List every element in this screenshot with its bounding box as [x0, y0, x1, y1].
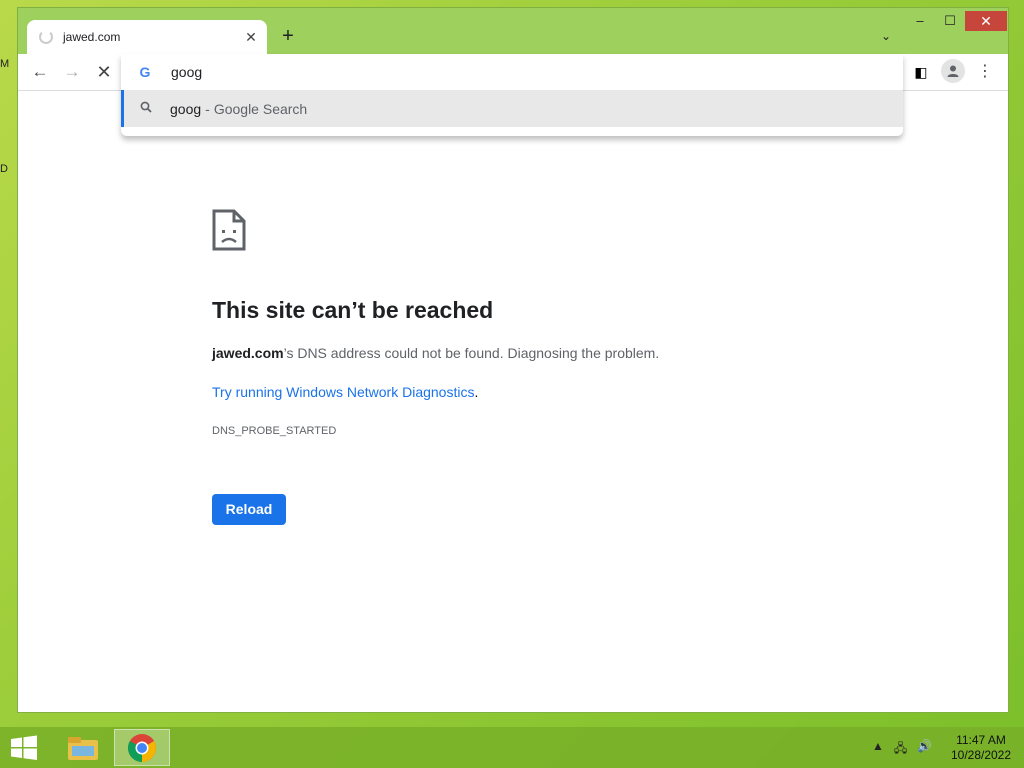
close-window-button[interactable]: ✕: [965, 11, 1007, 31]
menu-kebab-icon[interactable]: ⋮: [976, 61, 994, 83]
volume-icon[interactable]: 🔊: [917, 739, 932, 760]
suggestion-separator: -: [205, 100, 210, 117]
omnibox-dropdown: G goog goog - Google Search: [121, 54, 903, 136]
address-bar-text[interactable]: goog: [171, 64, 202, 80]
network-diagnostics-link[interactable]: Try running Windows Network Diagnostics: [212, 384, 474, 400]
google-g-icon: G: [139, 64, 151, 80]
tab-title: jawed.com: [63, 30, 121, 44]
error-domain: jawed.com: [212, 345, 284, 361]
error-description-text: ’s DNS address could not be found. Diagn…: [283, 345, 660, 361]
system-tray: ▲ 🖧 🔊: [872, 739, 932, 760]
minimize-button[interactable]: –: [906, 11, 934, 31]
page-content: This site can’t be reached jawed.com’s D…: [18, 90, 1008, 712]
stop-loading-button[interactable]: ✕: [93, 61, 115, 83]
chrome-icon: [128, 733, 156, 762]
clock-date: 10/28/2022: [950, 748, 1012, 762]
file-explorer-taskbar-button[interactable]: [55, 729, 111, 766]
loading-spinner-icon: [39, 30, 53, 44]
suggestion-source: Google Search: [213, 100, 308, 117]
desktop-edge-letter: M: [0, 58, 10, 70]
clock-time: 11:47 AM: [956, 733, 1006, 747]
side-panel-icon[interactable]: ◧: [912, 63, 930, 81]
taskbar: ▲ 🖧 🔊 11:47 AM 10/28/2022: [0, 727, 1024, 768]
sad-page-icon: [212, 209, 246, 251]
tab-search-chevron-icon[interactable]: ⌄: [876, 26, 896, 46]
diagnostics-period: .: [474, 384, 479, 400]
show-hidden-icons-icon[interactable]: ▲: [872, 739, 884, 760]
clock[interactable]: 11:47 AM 10/28/2022: [944, 733, 1018, 763]
maximize-button[interactable]: ☐: [936, 11, 964, 31]
suggestion-query: goog: [170, 100, 202, 117]
search-icon: [138, 101, 154, 116]
forward-button[interactable]: →: [61, 61, 83, 83]
desktop-edge-letter: D: [0, 163, 8, 175]
error-description: jawed.com’s DNS address could not be fou…: [212, 345, 659, 361]
diagnostics-suggestion: Try running Windows Network Diagnostics.: [212, 384, 478, 400]
network-icon[interactable]: 🖧: [894, 739, 907, 760]
tab-close-icon[interactable]: ✕: [243, 29, 259, 45]
error-title: This site can’t be reached: [212, 297, 494, 323]
file-explorer-icon: [68, 736, 98, 760]
reload-button[interactable]: Reload: [212, 494, 286, 525]
address-bar[interactable]: G goog: [121, 54, 903, 90]
new-tab-button[interactable]: +: [277, 26, 299, 48]
windows-start-icon[interactable]: [10, 735, 38, 761]
profile-avatar-icon[interactable]: [941, 59, 965, 83]
back-button[interactable]: ←: [29, 61, 51, 83]
error-code: DNS_PROBE_STARTED: [212, 425, 337, 437]
toolbar: ← → ✕ G goog goog - Google Search ◧ ⋮: [18, 54, 1008, 136]
tab-active[interactable]: jawed.com ✕: [27, 20, 267, 54]
browser-window: jawed.com ✕ + ⌄ – ☐ ✕ ← → ✕ G goog goog …: [17, 7, 1009, 713]
omnibox-suggestion[interactable]: goog - Google Search: [121, 90, 903, 127]
chrome-taskbar-button[interactable]: [114, 729, 170, 766]
title-bar: jawed.com ✕ + ⌄ – ☐ ✕: [18, 8, 1008, 54]
